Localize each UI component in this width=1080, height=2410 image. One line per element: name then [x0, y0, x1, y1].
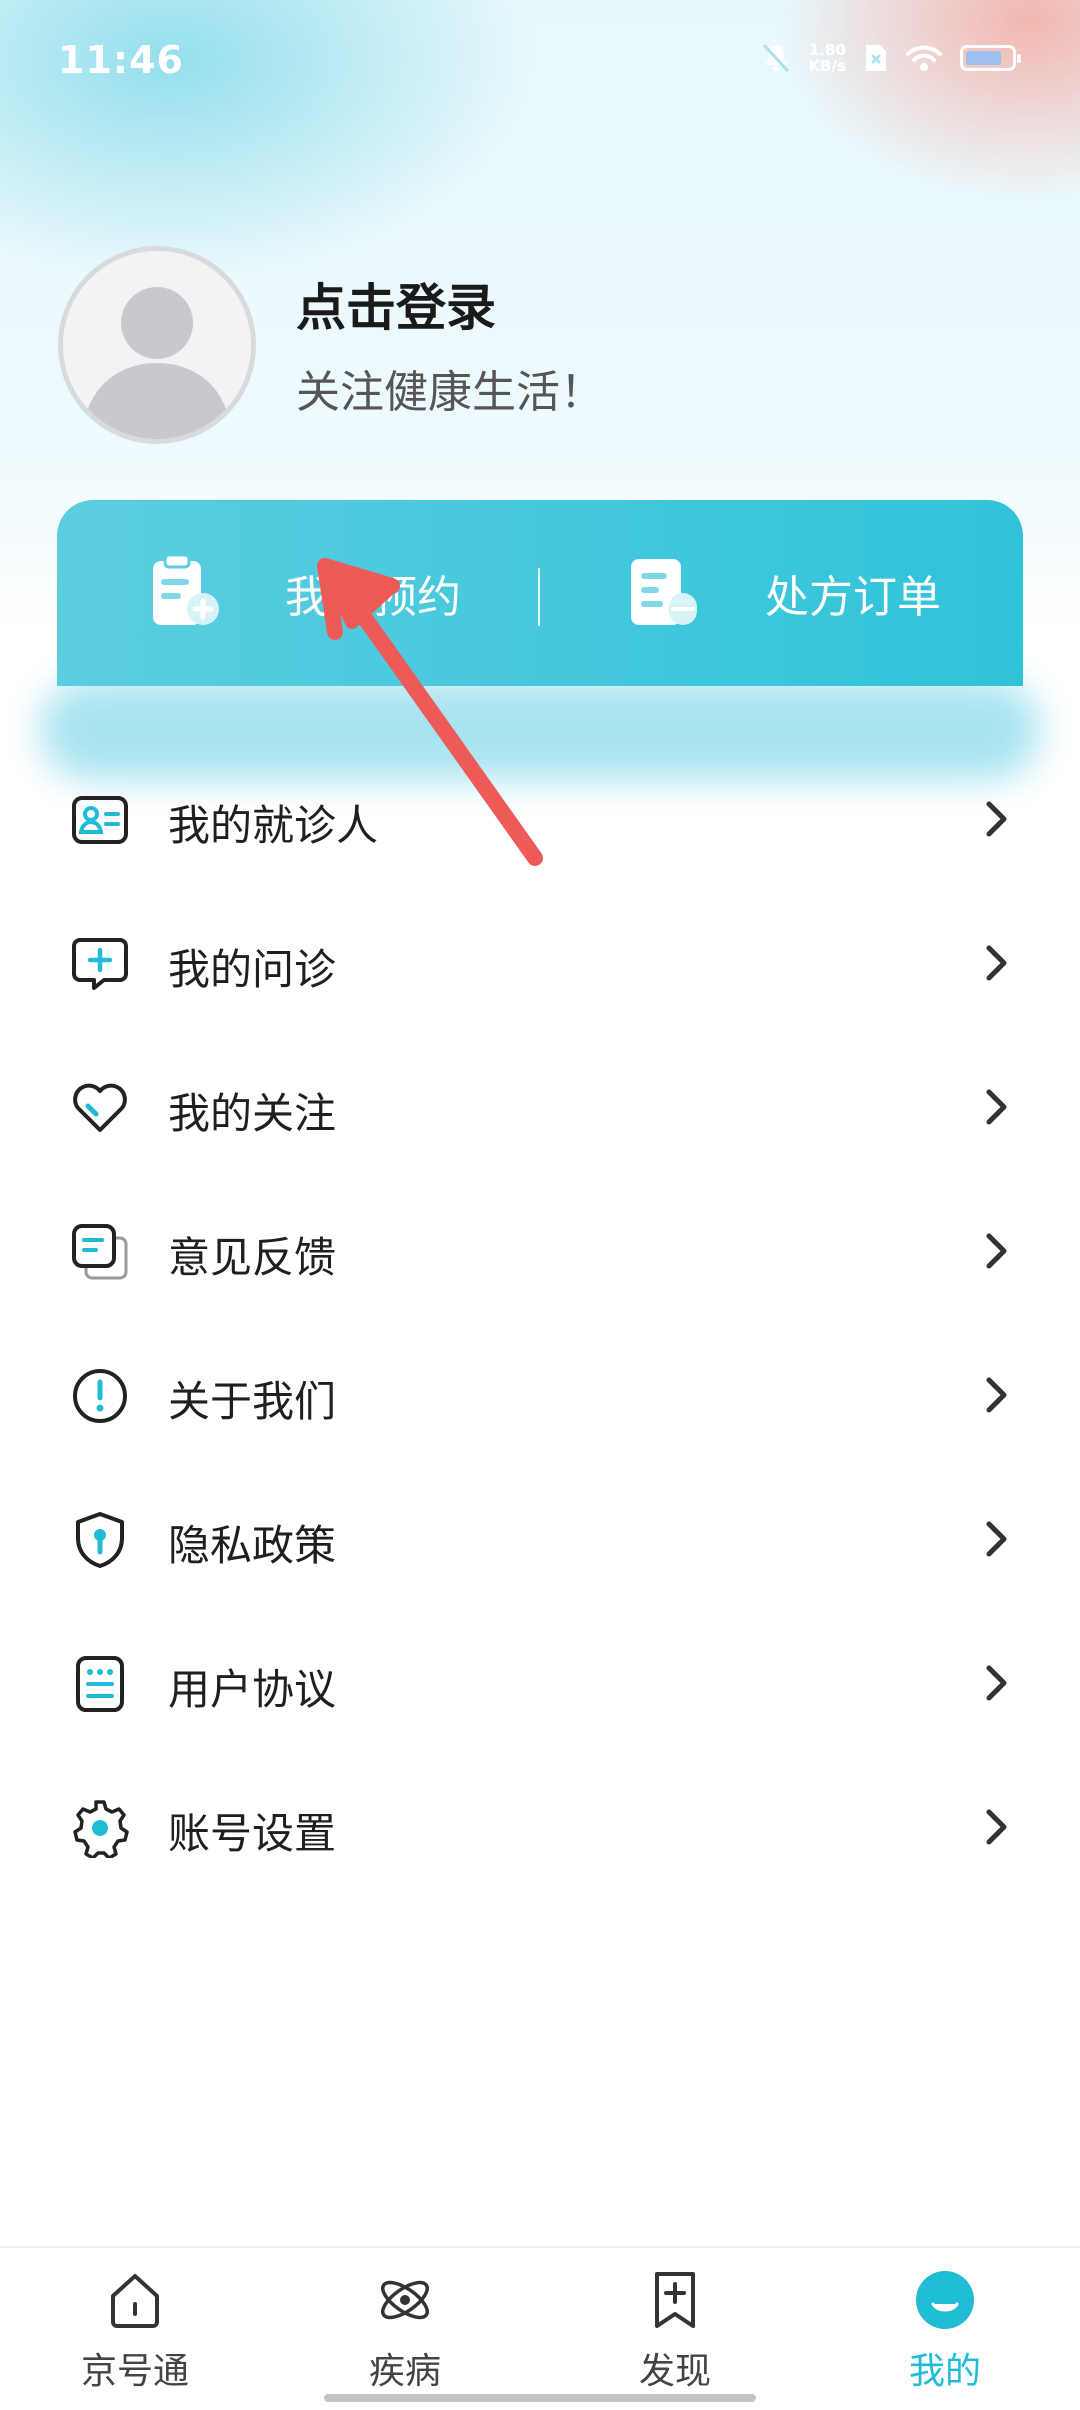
menu-item-patients[interactable]: 我的就诊人	[0, 746, 1080, 890]
clipboard-plus-icon	[153, 553, 219, 625]
network-speed-value: 1.80	[808, 41, 846, 59]
my-appointments-label: 我的预约	[285, 572, 461, 623]
no-sim-icon	[866, 45, 886, 71]
status-icons: 1.80 KB/s	[761, 42, 1021, 74]
info-exclamation-icon	[73, 1369, 127, 1423]
quick-action-card: 我的预约 处方订单	[57, 500, 1023, 686]
chat-plus-icon	[72, 938, 128, 990]
battery-icon	[960, 45, 1021, 71]
tab-home[interactable]: 京号通	[0, 2248, 270, 2392]
quick-action-divider	[538, 568, 540, 626]
tab-mine[interactable]: 我的	[810, 2248, 1080, 2392]
shield-icon	[76, 1512, 124, 1568]
chevron-right-icon	[986, 1377, 1007, 1413]
menu-item-consultations[interactable]: 我的问诊	[0, 890, 1080, 1034]
gear-icon	[73, 1800, 129, 1858]
bottom-nav: 京号通 疾病 发现 我的	[0, 2246, 1080, 2410]
chevron-right-icon	[986, 1809, 1007, 1845]
bookmark-plus-icon	[655, 2272, 695, 2328]
chevron-right-icon	[986, 1665, 1007, 1701]
menu-label-consultations: 我的问诊	[168, 945, 337, 994]
tab-label-diseases: 疾病	[368, 2351, 441, 2392]
prescription-icon	[631, 559, 697, 625]
avatar[interactable]	[58, 246, 256, 444]
menu-label-account-settings: 账号设置	[168, 1809, 337, 1858]
patient-card-icon	[72, 796, 128, 844]
menu-item-agreement[interactable]: 用户协议	[0, 1610, 1080, 1754]
menu-list: 我的就诊人 我的问诊 我的关注 意见反馈 关于我们 隐私政策 用户协议 账号设置	[0, 746, 1080, 1898]
profile-face-icon	[916, 2271, 974, 2329]
login-link[interactable]: 点击登录	[296, 268, 496, 340]
network-speed-unit: KB/s	[808, 57, 846, 75]
tab-label-discover: 发现	[638, 2351, 711, 2392]
feedback-icon	[72, 1224, 128, 1280]
chevron-right-icon	[986, 801, 1007, 837]
prescription-orders-button[interactable]: 处方订单	[625, 500, 941, 686]
chevron-right-icon	[986, 1521, 1007, 1557]
home-indicator[interactable]	[324, 2394, 756, 2402]
home-icon	[111, 2274, 159, 2328]
tab-diseases[interactable]: 疾病	[270, 2248, 540, 2392]
menu-label-patients: 我的就诊人	[168, 801, 379, 850]
menu-label-feedback: 意见反馈	[168, 1233, 337, 1282]
status-time: 11:46	[58, 38, 184, 82]
tab-label-home: 京号通	[80, 2351, 189, 2392]
mute-bell-icon	[762, 43, 789, 73]
slogan-text: 关注健康生活！	[296, 367, 604, 418]
menu-item-account-settings[interactable]: 账号设置	[0, 1754, 1080, 1898]
agreement-icon	[76, 1656, 124, 1712]
menu-item-follows[interactable]: 我的关注	[0, 1034, 1080, 1178]
menu-label-follows: 我的关注	[168, 1089, 337, 1138]
battery-level	[966, 51, 1001, 65]
menu-item-feedback[interactable]: 意见反馈	[0, 1178, 1080, 1322]
prescription-orders-label: 处方订单	[765, 572, 941, 623]
my-appointments-button[interactable]: 我的预约	[145, 500, 461, 686]
network-speed: 1.80 KB/s	[809, 42, 846, 74]
chevron-right-icon	[986, 945, 1007, 981]
tab-label-mine: 我的	[908, 2351, 981, 2392]
menu-item-privacy[interactable]: 隐私政策	[0, 1466, 1080, 1610]
menu-label-agreement: 用户协议	[168, 1665, 337, 1714]
menu-item-about[interactable]: 关于我们	[0, 1322, 1080, 1466]
status-bar: 11:46 1.80 KB/s	[0, 0, 1080, 128]
atom-icon	[381, 2280, 429, 2320]
wifi-icon	[906, 45, 942, 71]
menu-label-about: 关于我们	[168, 1377, 337, 1426]
menu-label-privacy: 隐私政策	[168, 1521, 337, 1570]
heart-icon	[73, 1083, 127, 1132]
chevron-right-icon	[986, 1089, 1007, 1125]
tab-discover[interactable]: 发现	[540, 2248, 810, 2392]
chevron-right-icon	[986, 1233, 1007, 1269]
default-avatar-icon	[63, 251, 251, 439]
